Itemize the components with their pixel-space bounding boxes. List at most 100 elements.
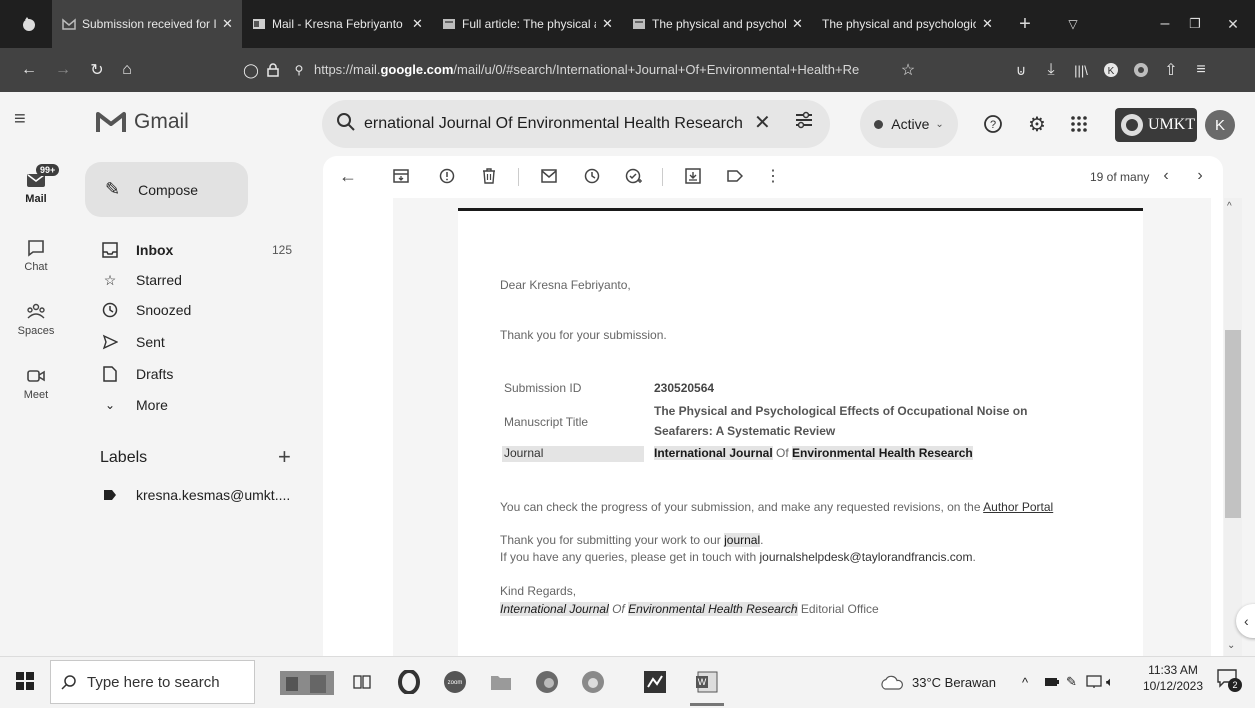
gmail-logo[interactable]: Gmail <box>96 110 189 134</box>
back-icon[interactable]: ← <box>14 48 44 92</box>
windows-start-icon[interactable] <box>16 672 34 690</box>
pen-icon[interactable]: ✎ <box>1066 656 1077 708</box>
folder-inbox[interactable]: Inbox 125 <box>100 235 292 265</box>
battery-icon[interactable] <box>1044 656 1060 708</box>
close-tab-icon[interactable]: ✕ <box>792 16 806 32</box>
task-view-icon[interactable] <box>345 664 379 700</box>
label-item[interactable]: kresna.kesmas@umkt.... <box>100 480 320 510</box>
rail-mail[interactable]: 99+ Mail <box>0 164 72 205</box>
tab-mail[interactable]: Mail - Kresna Febriyanto - ✕ <box>242 0 432 48</box>
rail-spaces[interactable]: Spaces <box>0 302 72 337</box>
tab-article-3[interactable]: The physical and psychologica ✕ <box>812 0 1002 48</box>
reload-icon[interactable]: ↻ <box>82 48 112 92</box>
newer-chevron-left-icon[interactable]: ‹ <box>1152 162 1180 190</box>
close-tab-icon[interactable]: ✕ <box>982 16 996 32</box>
bookmark-star-icon[interactable]: ☆ <box>893 48 923 92</box>
more-options-icon[interactable]: ⋮ <box>759 162 787 190</box>
article-favicon-icon <box>632 17 646 31</box>
tab-full-article[interactable]: Full article: The physical ar ✕ <box>432 0 622 48</box>
pocket-icon[interactable]: ⊍ <box>1006 48 1036 92</box>
help-icon[interactable]: ? <box>978 100 1008 148</box>
notification-center-icon[interactable]: 2 <box>1216 668 1242 694</box>
minimize-icon[interactable]: – <box>1150 0 1180 48</box>
forward-icon[interactable]: → <box>48 48 78 92</box>
firefox-icon[interactable] <box>576 664 610 700</box>
mark-unread-icon[interactable] <box>535 162 563 190</box>
main-menu-icon[interactable]: ≡ <box>14 108 26 131</box>
search-icon[interactable] <box>336 112 356 132</box>
rail-meet[interactable]: Meet <box>0 366 72 401</box>
taskbar-search-box[interactable]: Type here to search <box>50 660 255 704</box>
add-label-icon[interactable]: + <box>278 444 291 470</box>
tab-submission-received[interactable]: Submission received for Ir ✕ <box>52 0 242 48</box>
rail-chat[interactable]: Chat <box>0 238 72 273</box>
restore-icon[interactable]: ❐ <box>1180 0 1210 48</box>
search-input[interactable]: ernational Journal Of Environmental Heal… <box>364 100 743 148</box>
back-to-search-icon[interactable]: ← <box>334 162 362 190</box>
library-icon[interactable]: |||\ <box>1066 48 1096 92</box>
show-hidden-icons-icon[interactable]: ^ <box>1022 656 1028 708</box>
signature-part: International Journal <box>500 602 609 616</box>
folder-label: Starred <box>136 272 182 288</box>
close-tab-icon[interactable]: ✕ <box>602 16 616 32</box>
extension-g-icon[interactable] <box>1126 48 1156 92</box>
journal-word: journal <box>724 533 761 547</box>
scrollbar-thumb[interactable] <box>1225 330 1241 518</box>
label-as-icon[interactable] <box>721 162 749 190</box>
downloads-icon[interactable]: ⤓ <box>1036 48 1066 92</box>
clock[interactable]: 11:33 AM 10/12/2023 <box>1136 662 1210 694</box>
share-icon[interactable]: ⇧ <box>1156 48 1186 92</box>
move-to-icon[interactable] <box>679 162 707 190</box>
clear-search-icon[interactable]: ✕ <box>754 110 771 135</box>
folder-more[interactable]: ⌄ More <box>100 390 300 420</box>
snooze-clock-icon[interactable] <box>578 162 606 190</box>
clock-date: 10/12/2023 <box>1142 679 1204 693</box>
scroll-up-icon[interactable]: ^ <box>1227 201 1232 212</box>
file-explorer-icon[interactable] <box>484 664 518 700</box>
queries-sentence: If you have any queries, please get in t… <box>500 550 760 564</box>
extension-k-icon[interactable]: K <box>1096 48 1126 92</box>
search-options-icon[interactable] <box>794 110 814 130</box>
word-app-icon[interactable]: W <box>690 664 724 700</box>
report-spam-icon[interactable] <box>433 162 461 190</box>
home-icon[interactable]: ⌂ <box>112 48 142 92</box>
account-avatar[interactable]: K <box>1205 110 1235 140</box>
apps-grid-icon[interactable] <box>1064 100 1094 148</box>
folder-snoozed[interactable]: Snoozed <box>100 295 300 325</box>
scroll-down-icon[interactable]: ⌄ <box>1227 640 1235 651</box>
folder-starred[interactable]: ☆ Starred <box>100 265 300 295</box>
close-tab-icon[interactable]: ✕ <box>222 16 236 32</box>
tab-article-2[interactable]: The physical and psycholo ✕ <box>622 0 812 48</box>
firefox-view-icon[interactable] <box>14 0 44 48</box>
menu-icon[interactable]: ≡ <box>1186 48 1216 92</box>
compose-button[interactable]: ✎ Compose <box>85 162 248 217</box>
folder-sent[interactable]: Sent <box>100 327 300 357</box>
weather-widget[interactable]: 33°C Berawan <box>880 656 996 708</box>
add-task-icon[interactable] <box>620 162 648 190</box>
progress-sentence: You can check the progress of your submi… <box>500 500 984 514</box>
folder-drafts[interactable]: Drafts <box>100 359 300 389</box>
permissions-icon[interactable]: ⚲ <box>284 48 314 92</box>
tab-title: Full article: The physical ar <box>462 17 596 31</box>
archive-icon[interactable] <box>387 162 415 190</box>
helpdesk-email-link[interactable]: journalshelpdesk@taylorandfrancis.com <box>760 550 973 564</box>
status-dropdown[interactable]: Active ⌄ <box>860 100 958 148</box>
settings-gear-icon[interactable]: ⚙ <box>1022 100 1052 148</box>
new-tab-icon[interactable]: + <box>1010 0 1040 48</box>
label-tag-icon <box>100 485 120 505</box>
author-portal-link[interactable]: Author Portal <box>983 500 1053 514</box>
volume-icon[interactable]: 🔈︎ <box>1106 656 1114 708</box>
network-icon[interactable] <box>1086 656 1102 708</box>
close-tab-icon[interactable]: ✕ <box>412 16 426 32</box>
list-tabs-icon[interactable]: ▽ <box>1058 0 1088 48</box>
close-window-icon[interactable]: ✕ <box>1218 0 1248 48</box>
older-chevron-right-icon[interactable]: › <box>1186 162 1214 190</box>
opera-browser-icon[interactable] <box>392 664 426 700</box>
url-bar[interactable]: https://mail.google.com/mail/u/0/#search… <box>314 48 899 92</box>
taskbar-image-app-icon[interactable] <box>278 664 336 700</box>
delete-trash-icon[interactable] <box>475 162 503 190</box>
stats-app-icon[interactable] <box>638 664 672 700</box>
zoom-app-icon[interactable]: zoom <box>438 664 472 700</box>
edge-browser-icon[interactable] <box>530 664 564 700</box>
organization-logo[interactable]: UMKT <box>1115 108 1197 142</box>
